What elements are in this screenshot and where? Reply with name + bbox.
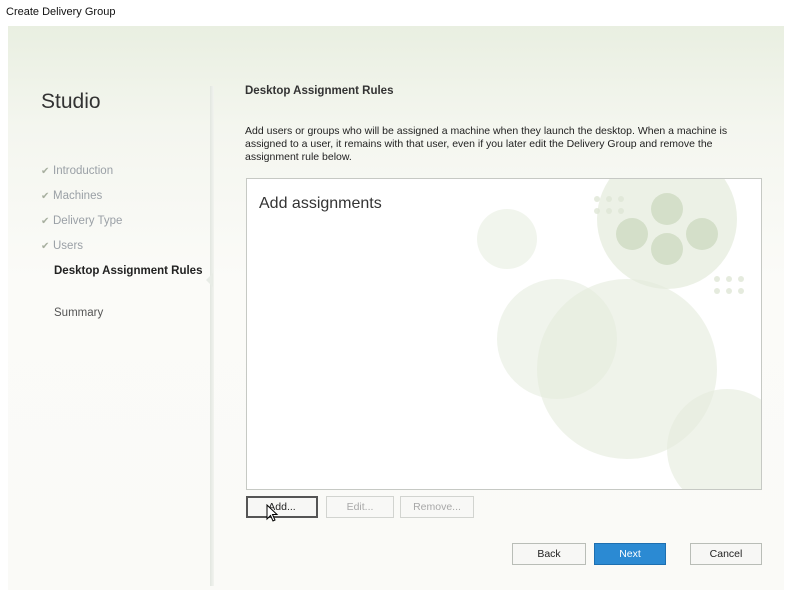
page-description: Add users or groups who will be assigned… — [245, 125, 728, 163]
check-icon: ✔ — [41, 241, 50, 252]
add-button[interactable]: Add... — [246, 496, 318, 518]
step-machines: ✔ Machines — [41, 189, 211, 214]
list-placeholder: Add assignments — [259, 195, 382, 212]
current-step-indicator — [206, 273, 213, 287]
app-name: Studio — [41, 90, 101, 113]
step-label: Introduction — [53, 165, 114, 177]
step-desktop-assignment-rules: Desktop Assignment Rules — [41, 264, 211, 306]
next-button[interactable]: Next — [594, 543, 666, 565]
step-introduction: ✔ Introduction — [41, 164, 211, 189]
assignments-list[interactable]: Add assignments — [246, 178, 762, 490]
check-icon: ✔ — [41, 191, 50, 202]
wizard-content: Desktop Assignment Rules Add users or gr… — [244, 26, 774, 590]
window-title: Create Delivery Group — [6, 6, 116, 18]
page-title: Desktop Assignment Rules — [245, 85, 394, 97]
step-label: Users — [53, 240, 84, 252]
window-titlebar: Create Delivery Group — [0, 0, 787, 22]
remove-button[interactable]: Remove... — [400, 496, 474, 518]
edit-button[interactable]: Edit... — [326, 496, 394, 518]
watermark-graphic — [477, 179, 761, 489]
step-label: Machines — [53, 190, 103, 202]
wizard-sidebar: Studio ✔ Introduction ✔ Machines ✔ Delivery… — [8, 26, 208, 590]
step-label: Delivery Type — [53, 215, 123, 227]
sidebar-divider — [210, 86, 214, 586]
mouse-pointer-icon — [266, 504, 279, 522]
step-label: Summary — [54, 307, 104, 319]
check-icon: ✔ — [41, 166, 50, 177]
step-summary: Summary — [41, 306, 211, 331]
step-users: ✔ Users — [41, 239, 211, 264]
step-label: Desktop Assignment Rules — [54, 265, 203, 277]
check-icon: ✔ — [41, 216, 50, 227]
cancel-button[interactable]: Cancel — [690, 543, 762, 565]
wizard-frame: Studio ✔ Introduction ✔ Machines ✔ Delivery… — [8, 26, 784, 590]
wizard-steps: ✔ Introduction ✔ Machines ✔ Delivery Type ✔… — [41, 164, 211, 331]
step-delivery-type: ✔ Delivery Type — [41, 214, 211, 239]
back-button[interactable]: Back — [512, 543, 586, 565]
